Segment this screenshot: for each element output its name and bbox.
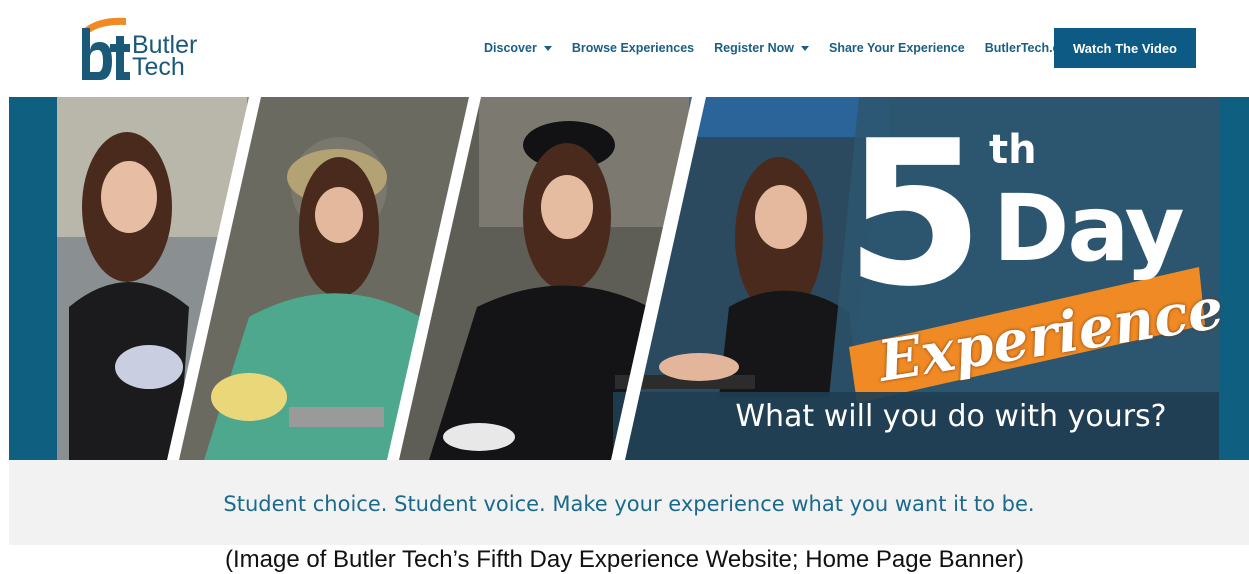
nav-register-now[interactable]: Register Now (714, 41, 809, 55)
nav-share-label: Share Your Experience (829, 41, 965, 55)
hero-suffix: th (989, 127, 1037, 173)
strip-text: Student choice. Student voice. Make your… (223, 492, 1035, 516)
watch-video-button[interactable]: Watch The Video (1054, 28, 1196, 68)
site-header: Butler Tech Discover Browse Experiences … (0, 0, 1249, 96)
chevron-down-icon (801, 45, 809, 51)
logo-wordmark: Butler Tech (132, 33, 197, 81)
nav-browse-experiences[interactable]: Browse Experiences (572, 41, 694, 55)
nav-share-experience[interactable]: Share Your Experience (829, 41, 965, 55)
nav-discover[interactable]: Discover (484, 41, 552, 55)
hero-number: 5 (845, 98, 984, 331)
chevron-down-icon (543, 45, 552, 51)
nav-register-label: Register Now (714, 41, 794, 55)
hero-day-word: Day (993, 175, 1185, 282)
logo-line-2: Tech (132, 53, 185, 81)
nav-browse-label: Browse Experiences (571, 41, 695, 55)
tagline-strip: Student choice. Student voice. Make your… (9, 460, 1249, 545)
nav-discover-label: Discover (484, 41, 537, 55)
hero-banner: 5 th Day Experience What will you do wit… (9, 97, 1249, 460)
image-caption: (Image of Butler Tech’s Fifth Day Experi… (224, 546, 1025, 573)
main-nav: Discover Browse Experiences Register Now… (484, 38, 1093, 58)
hero-tagline: What will you do with yours? (735, 399, 1167, 434)
butler-tech-logo[interactable]: Butler Tech (78, 12, 218, 86)
